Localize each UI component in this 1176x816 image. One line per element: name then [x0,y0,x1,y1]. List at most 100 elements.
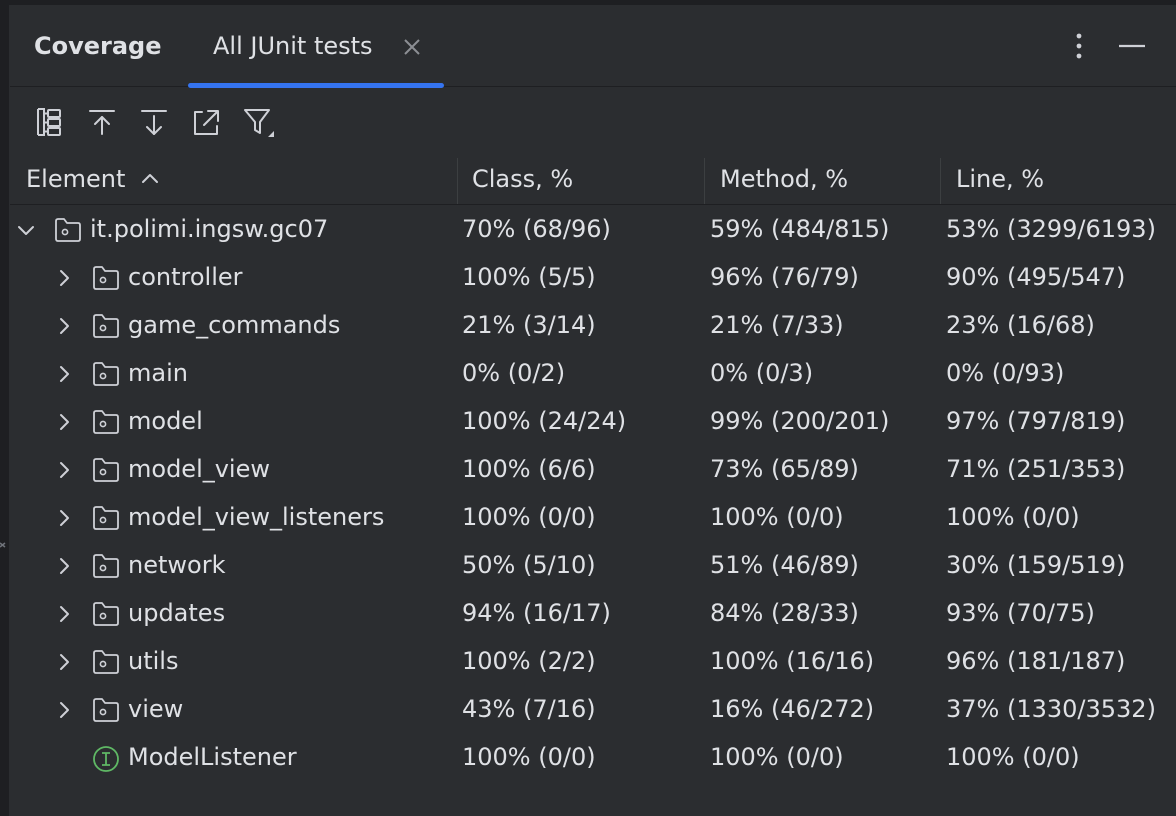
table-row[interactable]: network 50% (5/10) 51% (46/89) 30% (159/519… [10,542,1176,590]
method-coverage-cell: 0% (0/3) [710,359,814,387]
class-coverage-cell: 100% (6/6) [462,455,596,483]
line-coverage-cell: 97% (797/819) [946,407,1126,435]
element-name: model_view [128,455,270,483]
class-coverage-cell: 21% (3/14) [462,311,596,339]
chevron-right-icon[interactable] [54,316,74,336]
package-folder-icon [93,362,119,386]
tab-all-junit-tests[interactable]: All JUnit tests [188,6,444,88]
coverage-toolbar [10,88,1176,152]
class-coverage-cell: 43% (7/16) [462,695,596,723]
package-folder-icon [93,266,119,290]
table-row[interactable]: model 100% (24/24) 99% (200/201) 97% (797/8… [10,398,1176,446]
chevron-right-icon[interactable] [54,268,74,288]
line-coverage-cell: 53% (3299/6193) [946,215,1156,243]
more-options-icon[interactable] [1066,30,1092,62]
method-coverage-cell: 21% (7/33) [710,311,844,339]
chevron-right-icon[interactable] [54,364,74,384]
class-coverage-cell: 100% (0/0) [462,503,596,531]
element-name: model [128,407,203,435]
package-folder-icon [93,410,119,434]
line-coverage-cell: 30% (159/519) [946,551,1126,579]
element-name: model_view_listeners [128,503,385,531]
method-coverage-cell: 73% (65/89) [710,455,859,483]
element-name: utils [128,647,179,675]
method-coverage-cell: 51% (46/89) [710,551,859,579]
class-coverage-cell: 100% (24/24) [462,407,627,435]
element-name: it.polimi.ingsw.gc07 [90,215,329,243]
navigate-up-icon[interactable] [86,106,118,138]
line-coverage-cell: 23% (16/68) [946,311,1095,339]
package-folder-icon [93,554,119,578]
chevron-right-icon[interactable] [54,652,74,672]
minimize-icon[interactable] [1116,30,1148,62]
package-folder-icon [93,650,119,674]
method-coverage-cell: 59% (484/815) [710,215,890,243]
table-row[interactable]: it.polimi.ingsw.gc07 70% (68/96) 59% (484/… [10,206,1176,254]
chevron-right-icon[interactable] [54,556,74,576]
tool-window-title: Coverage [34,32,162,60]
element-name: controller [128,263,243,291]
line-coverage-cell: 96% (181/187) [946,647,1126,675]
element-name: ModelListener [128,743,297,771]
line-coverage-cell: 90% (495/547) [946,263,1126,291]
chevron-right-icon[interactable] [54,604,74,624]
element-name: view [128,695,184,723]
class-coverage-cell: 100% (0/0) [462,743,596,771]
tab-label: All JUnit tests [213,32,373,60]
filter-icon[interactable] [242,106,274,138]
flatten-packages-icon[interactable] [34,106,66,138]
chevron-right-icon[interactable] [54,460,74,480]
collapse-arrow-icon[interactable] [0,533,7,557]
chevron-right-icon[interactable] [54,700,74,720]
table-row[interactable]: view 43% (7/16) 16% (46/272) 37% (1330/3532… [10,686,1176,734]
table-row[interactable]: main 0% (0/2) 0% (0/3) 0% (0/93) [10,350,1176,398]
line-coverage-cell: 93% (70/75) [946,599,1095,627]
line-coverage-cell: 100% (0/0) [946,503,1080,531]
class-coverage-cell: 100% (5/5) [462,263,596,291]
package-folder-icon [93,506,119,530]
column-header-row: Element Class, % Method, % Line, % [10,152,1176,205]
table-row[interactable]: model_view 100% (6/6) 73% (65/89) 71% (251/… [10,446,1176,494]
table-row[interactable]: utils 100% (2/2) 100% (16/16) 96% (181/187) [10,638,1176,686]
method-coverage-cell: 99% (200/201) [710,407,890,435]
column-header-element[interactable]: Element [10,152,458,204]
class-coverage-cell: 70% (68/96) [462,215,611,243]
table-row[interactable]: game_commands 21% (3/14) 21% (7/33) 23% (16… [10,302,1176,350]
sort-ascending-icon[interactable] [140,170,160,186]
table-row[interactable]: updates 94% (16/17) 84% (28/33) 93% (70/75) [10,590,1176,638]
open-source-icon[interactable] [190,106,222,138]
class-coverage-cell: 100% (2/2) [462,647,596,675]
element-name: network [128,551,226,579]
element-name: updates [128,599,226,627]
chevron-down-icon[interactable] [16,220,36,240]
package-folder-icon [55,218,81,242]
column-header-method[interactable]: Method, % [705,152,940,204]
package-folder-icon [93,602,119,626]
table-row[interactable]: model_view_listeners 100% (0/0) 100% (0/0)… [10,494,1176,542]
element-name: main [128,359,188,387]
left-tool-strip [0,5,9,816]
chevron-right-icon[interactable] [54,508,74,528]
window-top-border [0,0,1176,5]
column-header-class[interactable]: Class, % [458,152,705,204]
tool-window-header: Coverage All JUnit tests [10,6,1176,88]
table-row[interactable]: ModelListener 100% (0/0) 100% (0/0) 100% (0… [10,734,1176,782]
method-coverage-cell: 84% (28/33) [710,599,859,627]
class-coverage-cell: 50% (5/10) [462,551,596,579]
package-folder-icon [93,314,119,338]
line-coverage-cell: 0% (0/93) [946,359,1065,387]
method-coverage-cell: 96% (76/79) [710,263,859,291]
line-coverage-cell: 71% (251/353) [946,455,1126,483]
package-folder-icon [93,698,119,722]
close-icon[interactable] [401,36,423,58]
navigate-down-icon[interactable] [138,106,170,138]
line-coverage-cell: 37% (1330/3532) [946,695,1156,723]
column-header-line[interactable]: Line, % [941,152,1176,204]
method-coverage-cell: 16% (46/272) [710,695,875,723]
element-name: game_commands [128,311,341,339]
chevron-right-icon[interactable] [54,412,74,432]
table-row[interactable]: controller 100% (5/5) 96% (76/79) 90% (495/… [10,254,1176,302]
method-coverage-cell: 100% (16/16) [710,647,875,675]
class-coverage-cell: 0% (0/2) [462,359,566,387]
method-coverage-cell: 100% (0/0) [710,743,844,771]
